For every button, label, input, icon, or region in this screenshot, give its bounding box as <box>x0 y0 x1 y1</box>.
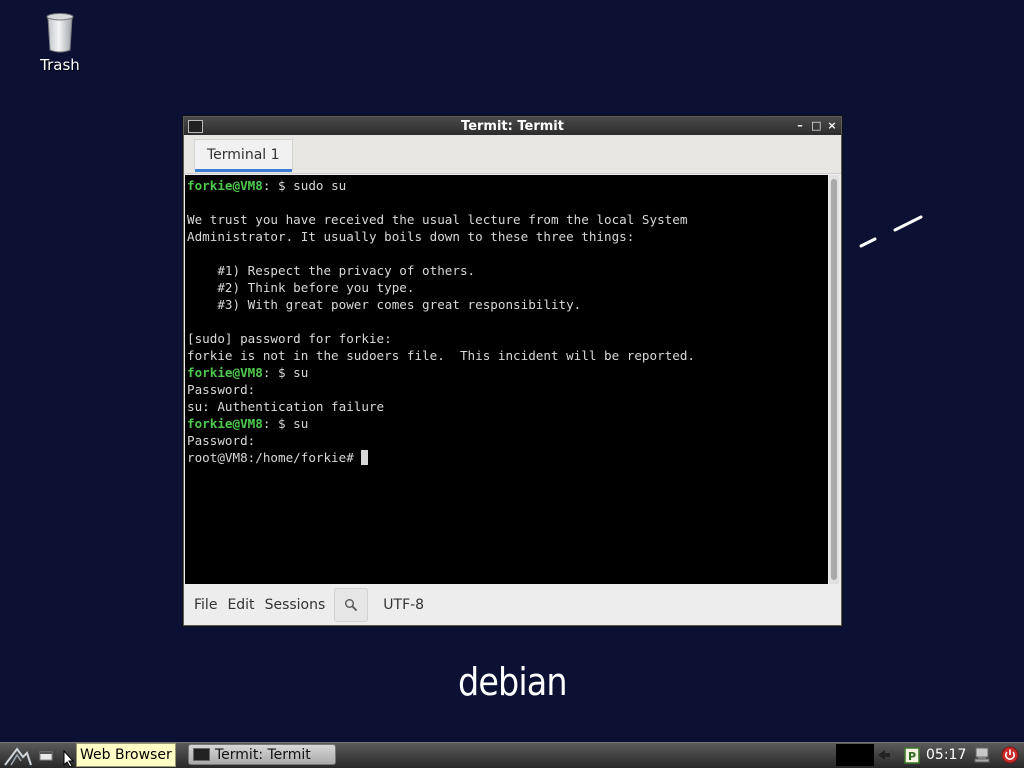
application-menu-button[interactable] <box>3 743 33 768</box>
task-label: Termit: Termit <box>215 746 311 763</box>
show-desktop-icon <box>39 751 53 761</box>
terminal-text: su: Authentication failure <box>187 399 385 414</box>
terminal-line: #2) Think before you type. <box>187 279 828 296</box>
trash-desktop-icon[interactable]: Trash <box>28 12 92 74</box>
trash-label: Trash <box>40 56 80 74</box>
terminal-line: Administrator. It usually boils down to … <box>187 228 828 245</box>
terminal-line: forkie is not in the sudoers file. This … <box>187 347 828 364</box>
terminal-command: : $ su <box>262 365 309 380</box>
terminal-text: Password: <box>187 382 256 397</box>
terminal-app-icon[interactable] <box>188 120 203 133</box>
termit-menubar: File Edit Sessions UTF-8 <box>184 586 841 624</box>
tab-bar: Terminal 1 <box>184 135 841 174</box>
terminal-icon <box>193 748 210 761</box>
network-arrows-icon <box>878 750 898 760</box>
clipboard-tray-item[interactable]: P <box>903 745 921 765</box>
termit-window: Termit: Termit – □ × Terminal 1 forkie@V… <box>183 116 842 626</box>
web-browser-launcher[interactable] <box>62 743 76 768</box>
terminal-command: : $ su <box>262 416 309 431</box>
svg-text:P: P <box>908 750 916 763</box>
terminal-command: : $ sudo su <box>262 178 347 193</box>
terminal-line: forkie@VM8: $ su <box>187 364 828 381</box>
terminal-cursor <box>361 450 369 465</box>
terminal-scrollbar[interactable] <box>829 175 839 584</box>
trash-icon <box>46 13 74 53</box>
window-title: Termit: Termit <box>461 118 564 134</box>
terminal-text: #3) With great power comes great respons… <box>187 297 582 312</box>
clipboard-icon: P <box>904 747 920 764</box>
terminal-line: Password: <box>187 381 828 398</box>
search-button[interactable] <box>334 588 369 622</box>
logout-tray-item[interactable] <box>999 745 1021 765</box>
minimize-button[interactable]: – <box>795 118 805 134</box>
monitor-icon <box>974 747 990 763</box>
terminal-line: forkie@VM8: $ sudo su <box>187 177 828 194</box>
terminal-text: Password: <box>187 433 256 448</box>
web-browser-tooltip: Web Browser <box>76 743 176 767</box>
debian-logo: debian <box>458 660 568 704</box>
terminal-text: [sudo] password for forkie: <box>187 331 392 346</box>
tray-blank-area <box>836 744 874 766</box>
menu-sessions[interactable]: Sessions <box>264 597 327 613</box>
menu-file[interactable]: File <box>193 597 218 613</box>
terminal-line: #3) With great power comes great respons… <box>187 296 828 313</box>
terminal-line: forkie@VM8: $ su <box>187 415 828 432</box>
tab-terminal-1[interactable]: Terminal 1 <box>194 139 293 172</box>
terminal-text: Administrator. It usually boils down to … <box>187 229 635 244</box>
terminal-prompt: forkie@VM8 <box>187 365 263 380</box>
close-button[interactable]: × <box>827 118 837 134</box>
menu-edit[interactable]: Edit <box>226 597 255 613</box>
terminal-prompt: forkie@VM8 <box>187 416 263 431</box>
menu-encoding[interactable]: UTF-8 <box>382 597 425 613</box>
mouse-pointer-icon <box>63 749 75 767</box>
terminal-text: root@VM8:/home/forkie# <box>187 450 362 465</box>
taskbar-clock[interactable]: 05:17 <box>926 745 966 765</box>
terminal-text: #2) Think before you type. <box>187 280 415 295</box>
terminal-text: #1) Respect the privacy of others. <box>187 263 476 278</box>
monitor-tray-item[interactable] <box>972 745 992 765</box>
terminal-line: [sudo] password for forkie: <box>187 330 828 347</box>
terminal-line: #1) Respect the privacy of others. <box>187 262 828 279</box>
terminal-prompt: forkie@VM8 <box>187 178 263 193</box>
terminal-output[interactable]: forkie@VM8: $ sudo su We trust you have r… <box>185 175 828 584</box>
terminal-line: We trust you have received the usual lec… <box>187 211 828 228</box>
window-titlebar[interactable]: Termit: Termit – □ × <box>184 117 841 135</box>
terminal-text: forkie is not in the sudoers file. This … <box>187 348 695 363</box>
desktop: Trash debian Termit: Termit – □ × Termin… <box>0 0 1024 768</box>
terminal-line: root@VM8:/home/forkie# <box>187 449 828 466</box>
maximize-button[interactable]: □ <box>811 118 821 134</box>
power-icon <box>1001 746 1019 764</box>
search-icon <box>345 599 358 612</box>
network-tray-item[interactable] <box>876 745 900 765</box>
debian-swoosh-decoration <box>859 215 923 248</box>
terminal-line: su: Authentication failure <box>187 398 828 415</box>
show-desktop-button[interactable] <box>38 743 54 768</box>
taskbar-task-termit[interactable]: Termit: Termit <box>188 744 336 765</box>
lxde-menu-icon <box>4 747 32 766</box>
scrollbar-thumb[interactable] <box>831 179 837 580</box>
terminal-line: Password: <box>187 432 828 449</box>
terminal-text: We trust you have received the usual lec… <box>187 212 688 227</box>
